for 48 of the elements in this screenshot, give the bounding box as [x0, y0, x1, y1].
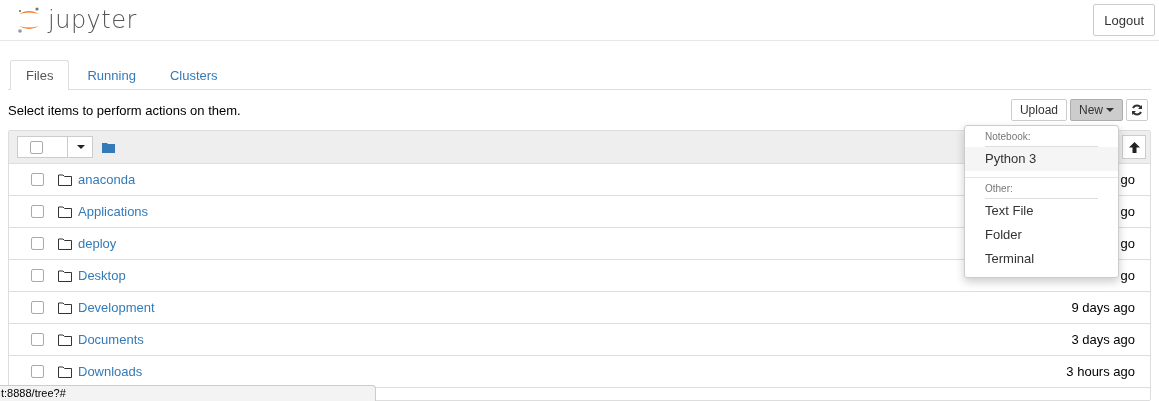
modified-time: 9 days ago [1071, 300, 1135, 315]
new-button[interactable]: New [1070, 99, 1123, 121]
menu-item[interactable]: Text File [965, 199, 1118, 223]
menu-header: Other: [985, 180, 1098, 199]
logo-text: jupyter [48, 6, 137, 34]
menu-item[interactable]: Folder [965, 223, 1118, 247]
folder-icon [58, 301, 72, 314]
status-url-tooltip: t:8888/tree?# [0, 385, 376, 401]
modified-time: go [1120, 172, 1135, 187]
checkbox[interactable] [31, 301, 44, 314]
logout-button[interactable]: Logout [1093, 4, 1155, 36]
upload-button[interactable]: Upload [1010, 99, 1067, 121]
folder-link[interactable]: deploy [78, 236, 117, 251]
tab[interactable]: Clusters [153, 60, 234, 90]
folder-link[interactable]: Development [78, 300, 155, 315]
tab[interactable]: Files [10, 60, 70, 90]
checkbox[interactable] [31, 173, 44, 186]
tab[interactable]: Running [71, 60, 152, 90]
refresh-button[interactable] [1126, 99, 1148, 121]
folder-link[interactable]: Downloads [78, 364, 143, 379]
folder-icon [58, 269, 72, 282]
folder-icon [58, 237, 72, 250]
checkbox[interactable] [31, 237, 44, 250]
modified-time: 3 hours ago [1066, 364, 1135, 379]
folder-link[interactable]: Applications [78, 204, 149, 219]
folder-icon [58, 333, 72, 346]
folder-icon [58, 365, 72, 378]
folder-link[interactable]: Documents [78, 332, 144, 347]
instruction-text: Select items to perform actions on them. [8, 102, 241, 118]
folder-link[interactable]: anaconda [78, 172, 136, 187]
checkbox[interactable] [31, 365, 44, 378]
folder-icon [102, 141, 115, 153]
refresh-icon [1131, 104, 1143, 116]
folder-link[interactable]: Desktop [78, 268, 126, 283]
sort-button[interactable] [1122, 135, 1146, 159]
modified-time: 3 days ago [1071, 332, 1135, 347]
select-all-dropdown[interactable] [17, 136, 93, 158]
up-arrow-icon [1128, 141, 1140, 153]
checkbox[interactable] [31, 333, 44, 346]
folder-icon [58, 205, 72, 218]
modified-time: go [1120, 204, 1135, 219]
checkbox[interactable] [31, 269, 44, 282]
modified-time: go [1120, 268, 1135, 283]
checkbox[interactable] [31, 205, 44, 218]
folder-icon [58, 173, 72, 186]
menu-item[interactable]: Python 3 [965, 147, 1118, 171]
menu-item[interactable]: Terminal [965, 247, 1118, 271]
modified-time: go [1120, 236, 1135, 251]
